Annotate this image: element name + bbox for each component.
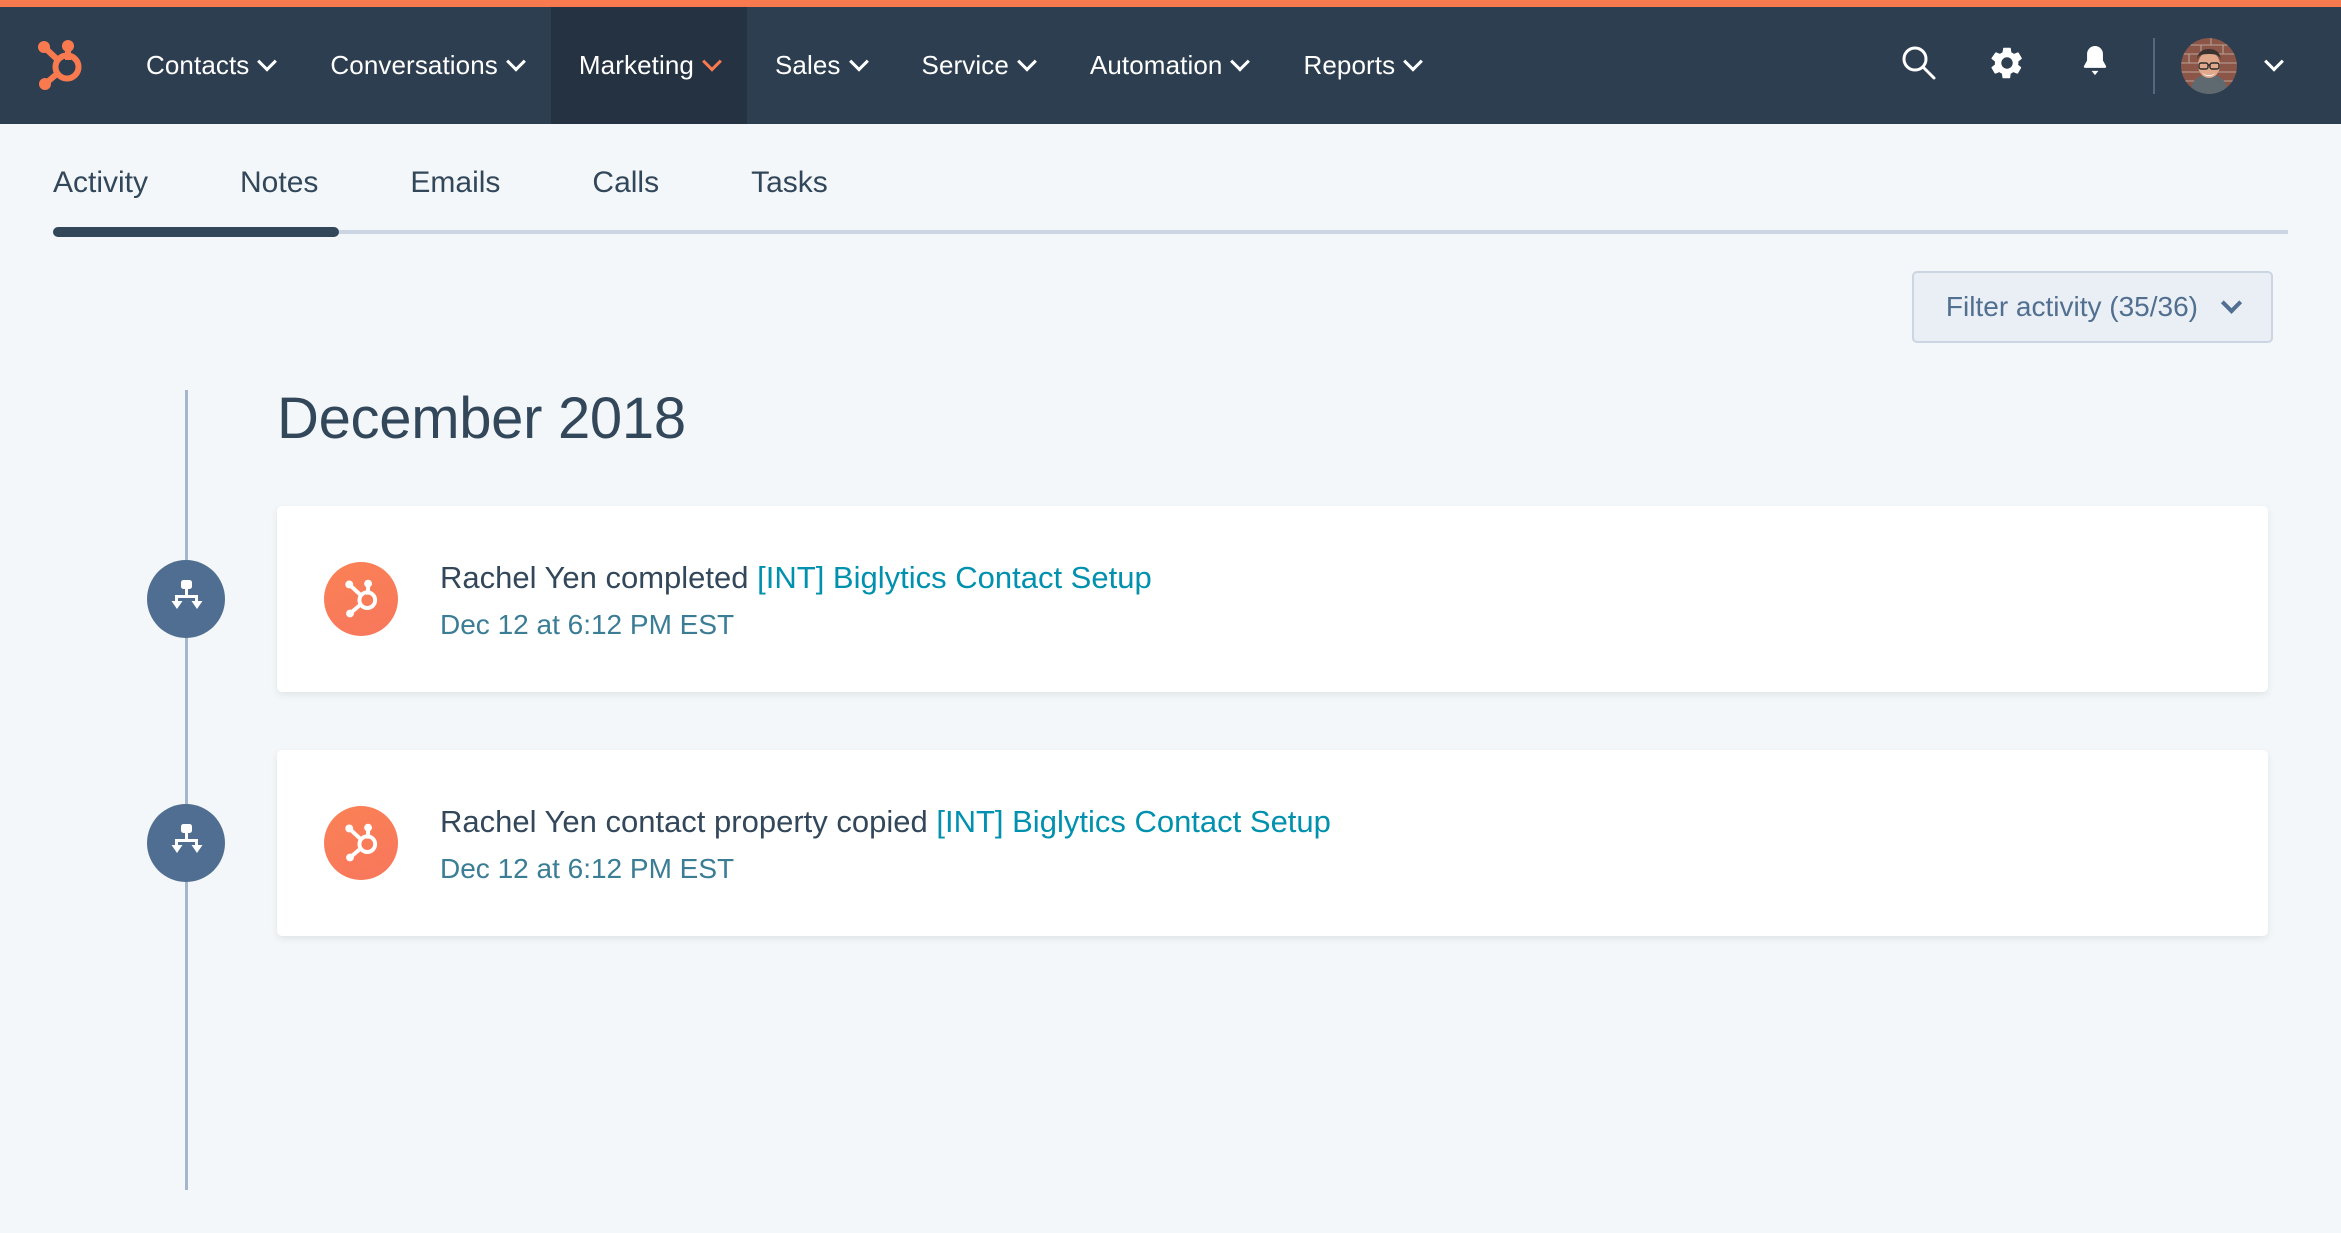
timeline-month-heading: December 2018	[0, 390, 2341, 448]
activity-card[interactable]: Rachel Yen completed [INT] Biglytics Con…	[277, 506, 2268, 692]
activity-link[interactable]: [INT] Biglytics Contact Setup	[757, 560, 1152, 595]
notifications-bell-icon	[2078, 43, 2112, 88]
activity-card[interactable]: Rachel Yen contact property copied [INT]…	[277, 750, 2268, 936]
nav-item-sales[interactable]: Sales	[747, 7, 894, 124]
activity-link[interactable]: [INT] Biglytics Contact Setup	[936, 804, 1331, 839]
activity-title: Rachel Yen contact property copied [INT]…	[440, 801, 1331, 843]
filter-activity-label: Filter activity (35/36)	[1946, 291, 2198, 323]
nav-item-conversations[interactable]: Conversations	[302, 7, 551, 124]
tab-emails[interactable]: Emails	[410, 166, 500, 230]
timeline-event: Rachel Yen contact property copied [INT]…	[0, 750, 2341, 936]
search-button[interactable]	[1875, 7, 1963, 124]
nav-item-label: Marketing	[579, 50, 694, 81]
tab-calls[interactable]: Calls	[592, 166, 659, 230]
notifications-button[interactable]	[2051, 7, 2139, 124]
chevron-down-icon	[506, 51, 526, 71]
search-icon	[1900, 44, 1938, 87]
nav-item-contacts[interactable]: Contacts	[118, 7, 302, 124]
activity-source-avatar	[324, 562, 398, 636]
hubspot-logo-button[interactable]	[0, 7, 118, 124]
tab-underline-rule	[53, 230, 2288, 234]
filter-row: Filter activity (35/36)	[0, 234, 2341, 343]
activity-timestamp: Dec 12 at 6:12 PM EST	[440, 609, 1152, 641]
activity-timestamp: Dec 12 at 6:12 PM EST	[440, 853, 1331, 885]
nav-item-label: Service	[922, 50, 1009, 81]
brand-accent-strip	[0, 0, 2341, 7]
tab-list: Activity Notes Emails Calls Tasks	[0, 166, 2341, 230]
chevron-down-icon	[702, 51, 722, 71]
chevron-down-icon	[1403, 51, 1423, 71]
nav-item-automation[interactable]: Automation	[1062, 7, 1276, 124]
chevron-down-icon	[1231, 51, 1251, 71]
tab-label: Emails	[410, 166, 500, 199]
activity-title: Rachel Yen completed [INT] Biglytics Con…	[440, 557, 1152, 599]
filter-activity-button[interactable]: Filter activity (35/36)	[1912, 271, 2273, 343]
account-chevron-down-icon[interactable]	[2264, 51, 2284, 71]
activity-timeline: December 2018	[0, 390, 2341, 1150]
activity-actor-action: Rachel Yen completed	[440, 560, 749, 595]
tab-label: Tasks	[751, 166, 828, 199]
hubspot-sprocket-icon	[341, 575, 381, 624]
tab-notes[interactable]: Notes	[240, 166, 318, 230]
activity-card-body: Rachel Yen contact property copied [INT]…	[440, 801, 1331, 886]
chevron-down-icon	[258, 51, 278, 71]
activity-source-avatar	[324, 806, 398, 880]
timeline-marker[interactable]	[147, 804, 225, 882]
nav-item-service[interactable]: Service	[894, 7, 1062, 124]
activity-actor-action: Rachel Yen contact property copied	[440, 804, 928, 839]
hubspot-sprocket-icon	[341, 819, 381, 868]
nav-item-label: Reports	[1303, 50, 1395, 81]
workflow-icon	[166, 822, 206, 865]
tab-activity[interactable]: Activity	[53, 166, 148, 230]
gear-icon	[1988, 44, 2026, 87]
nav-menu: Contacts Conversations Marketing Sales S…	[118, 7, 1448, 124]
nav-item-marketing[interactable]: Marketing	[551, 7, 747, 124]
tab-label: Notes	[240, 166, 318, 199]
nav-item-reports[interactable]: Reports	[1275, 7, 1448, 124]
nav-actions	[1875, 7, 2341, 124]
chevron-down-icon	[849, 51, 869, 71]
main-navigation-bar: Contacts Conversations Marketing Sales S…	[0, 7, 2341, 124]
workflow-icon	[166, 578, 206, 621]
nav-item-label: Automation	[1090, 50, 1223, 81]
chevron-down-icon	[1017, 51, 1037, 71]
tab-active-indicator	[53, 227, 339, 237]
settings-button[interactable]	[1963, 7, 2051, 124]
timeline-event: Rachel Yen completed [INT] Biglytics Con…	[0, 506, 2341, 692]
timeline-marker[interactable]	[147, 560, 225, 638]
user-avatar[interactable]	[2181, 38, 2237, 94]
nav-item-label: Conversations	[330, 50, 498, 81]
activity-card-body: Rachel Yen completed [INT] Biglytics Con…	[440, 557, 1152, 642]
activity-tabs-section: Activity Notes Emails Calls Tasks	[0, 124, 2341, 234]
nav-divider	[2153, 38, 2155, 94]
tab-label: Calls	[592, 166, 659, 199]
tab-tasks[interactable]: Tasks	[751, 166, 828, 230]
chevron-down-icon	[2221, 292, 2242, 313]
hubspot-sprocket-icon	[34, 35, 84, 96]
nav-item-label: Contacts	[146, 50, 249, 81]
tab-label: Activity	[53, 166, 148, 199]
nav-item-label: Sales	[775, 50, 841, 81]
